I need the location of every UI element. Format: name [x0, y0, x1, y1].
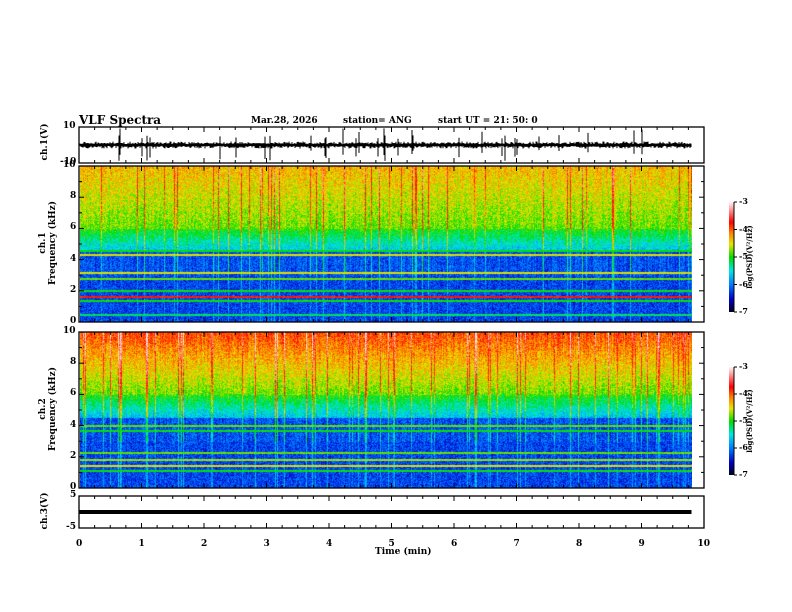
y-tick-label: 8 — [70, 191, 77, 202]
y-tick-label: 5 — [70, 490, 77, 500]
colorbar-tick-label: -3 — [739, 361, 748, 371]
x-tick-label: 8 — [576, 539, 583, 549]
ch1-spec-ylabel: ch.1 Frequency (kHz) — [38, 201, 58, 286]
y-tick-label: 10 — [63, 326, 76, 336]
colorbar-tick-label: -6 — [739, 442, 748, 452]
colorbar-tick-label: -6 — [739, 278, 748, 289]
colorbar-tick-label: -5 — [739, 251, 748, 261]
ch3-ylabel: ch.3(V) — [40, 492, 50, 530]
colorbar-tick-label: -3 — [739, 196, 748, 206]
plot-frame — [78, 126, 737, 529]
panel-2-border — [78, 331, 705, 489]
x-tick-label: 4 — [326, 539, 333, 549]
y-tick-label: 4 — [70, 419, 77, 430]
y-tick-label: 8 — [70, 357, 77, 368]
y-tick-label: -5 — [66, 522, 76, 532]
y-tick-label: 0 — [70, 316, 77, 326]
x-tick-label: 9 — [638, 539, 645, 549]
y-tick-label: 6 — [70, 222, 77, 233]
x-axis-label: Time (min) — [375, 547, 432, 557]
colorbar-tick-label: -7 — [739, 306, 748, 316]
x-tick-label: 6 — [451, 539, 458, 549]
colorbar-tick-label: -7 — [739, 469, 748, 479]
colorbar-tick-label: -4 — [739, 388, 748, 398]
panel-1-border — [78, 165, 705, 323]
x-tick-label: 7 — [513, 539, 520, 549]
x-tick-label: 5 — [388, 539, 395, 549]
y-tick-label: 4 — [70, 253, 77, 264]
ch1-ylabel: ch.1(V) — [40, 123, 50, 161]
x-tick-label: 3 — [263, 539, 270, 549]
y-tick-label: 2 — [70, 284, 77, 295]
y-tick-label: 10 — [63, 121, 76, 131]
colorbar-tick-label: -5 — [739, 415, 748, 425]
ch1-waveform-line — [79, 128, 692, 161]
y-tick-label: 2 — [70, 450, 77, 461]
ch2-spec-ylabel: ch.2 Frequency (kHz) — [38, 367, 58, 452]
x-tick-label: 2 — [201, 539, 208, 549]
x-tick-label: 10 — [697, 539, 711, 549]
x-tick-label: 1 — [138, 539, 145, 549]
x-tick-label: 0 — [76, 539, 83, 549]
y-tick-label: 6 — [70, 388, 77, 399]
y-tick-label: 10 — [63, 160, 76, 170]
colorbar-tick-label: -4 — [739, 223, 748, 234]
